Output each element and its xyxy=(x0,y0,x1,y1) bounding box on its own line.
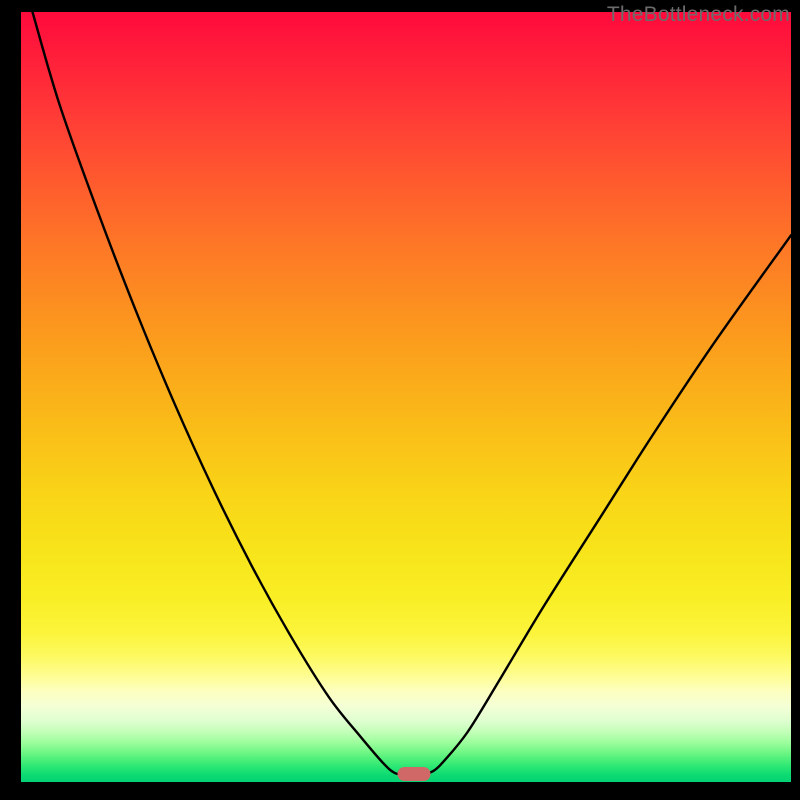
plot-area xyxy=(21,12,791,782)
chart-frame: TheBottleneck.com xyxy=(0,0,800,800)
watermark-text: TheBottleneck.com xyxy=(607,3,790,27)
bottleneck-curve xyxy=(21,12,791,782)
minimum-marker xyxy=(397,767,430,781)
